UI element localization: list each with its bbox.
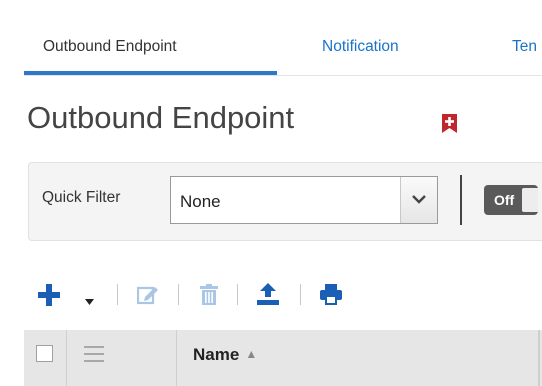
quick-filter-select[interactable]: None bbox=[170, 176, 438, 224]
tab-bar-divider bbox=[24, 75, 542, 76]
filter-toggle[interactable]: Off bbox=[484, 185, 538, 215]
edit-icon[interactable] bbox=[136, 285, 159, 310]
quick-filter-value: None bbox=[180, 192, 221, 211]
filter-separator bbox=[460, 175, 462, 225]
page-title: Outbound Endpoint bbox=[27, 100, 295, 135]
print-icon[interactable] bbox=[320, 284, 342, 310]
toolbar-separator bbox=[300, 284, 301, 305]
tab-bar: Outbound Endpoint Notification Ten bbox=[0, 0, 542, 76]
tab-notification[interactable]: Notification bbox=[322, 38, 399, 56]
toggle-knob bbox=[522, 188, 538, 212]
column-header-name-label: Name bbox=[193, 345, 240, 364]
upload-icon[interactable] bbox=[257, 283, 279, 310]
header-separator bbox=[176, 330, 177, 386]
toolbar-separator bbox=[178, 284, 179, 305]
select-all-checkbox[interactable] bbox=[36, 345, 53, 362]
sort-ascending-icon: ▲ bbox=[245, 347, 258, 361]
header-separator bbox=[66, 330, 67, 386]
delete-icon[interactable] bbox=[200, 284, 218, 310]
quick-filter-label: Quick Filter bbox=[42, 189, 121, 206]
quick-filter-dropdown-button[interactable] bbox=[400, 177, 437, 223]
tab-partial[interactable]: Ten bbox=[512, 38, 537, 56]
grid-right-edge bbox=[538, 330, 540, 386]
column-header-name[interactable]: Name ▲ bbox=[193, 345, 257, 365]
filter-toggle-label: Off bbox=[494, 192, 515, 208]
column-menu-icon[interactable] bbox=[84, 346, 104, 362]
dropdown-caret-icon[interactable] bbox=[85, 292, 94, 310]
add-icon[interactable] bbox=[38, 284, 60, 311]
bookmark-plus-icon[interactable] bbox=[442, 114, 457, 133]
toolbar-separator bbox=[237, 284, 238, 305]
toolbar-separator bbox=[117, 284, 118, 305]
tab-outbound-endpoint[interactable]: Outbound Endpoint bbox=[43, 38, 177, 56]
chevron-down-icon bbox=[412, 195, 426, 204]
